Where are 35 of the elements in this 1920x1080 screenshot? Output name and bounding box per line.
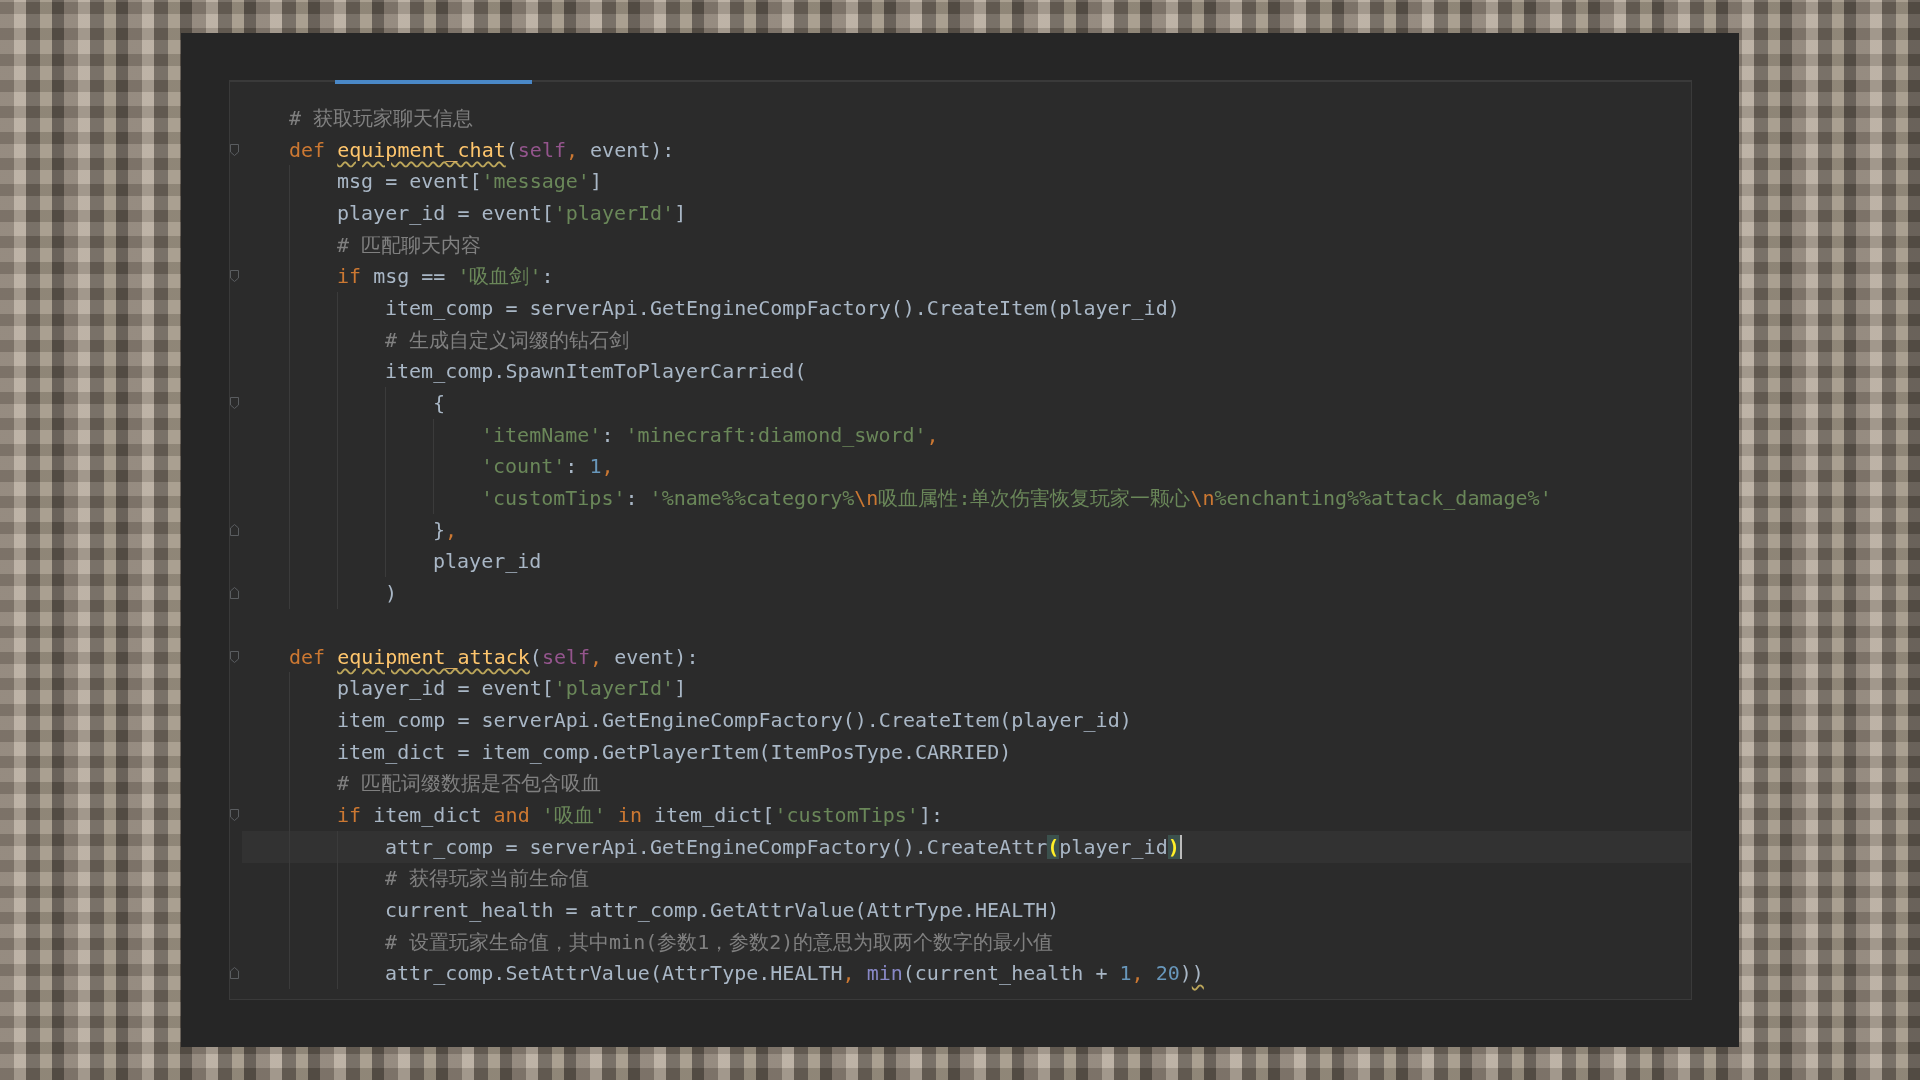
code-line: item_comp.SpawnItemToPlayerCarried(: [385, 358, 807, 386]
code-line: if item_dict and '吸血' in item_dict['customTips']:: [337, 801, 943, 829]
code-line: attr_comp.SetAttrValue(AttrType.HEALTH, min(current_health + 1, 20)): [385, 960, 1204, 988]
code-line: def equipment_chat(self, event):: [289, 136, 675, 164]
fold-end-icon[interactable]: [230, 587, 239, 600]
fold-end-icon[interactable]: [230, 523, 239, 536]
code-line: def equipment_attack(self, event):: [289, 643, 699, 671]
code-line: item_comp = serverApi.GetEngineCompFactory().CreateItem(player_id): [337, 706, 1132, 734]
code-line: # 获得玩家当前生命值: [385, 865, 590, 893]
code-line: item_dict = item_comp.GetPlayerItem(ItemPosType.CARRIED): [337, 738, 1012, 766]
fold-start-icon[interactable]: [230, 650, 239, 663]
fold-end-icon[interactable]: [230, 967, 239, 980]
code-line: current_health = attr_comp.GetAttrValue(AttrType.HEALTH): [385, 897, 1060, 925]
code-line: if msg == '吸血剑':: [337, 263, 554, 291]
code-line: 'itemName': 'minecraft:diamond_sword',: [481, 421, 939, 449]
code-line: 'count': 1,: [481, 453, 614, 481]
code-line: },: [433, 516, 458, 544]
code-line: 'customTips': '%name%%category%\n吸血属性:单次伤害恢复玩家一颗心\n%enchanting%%attack_damage%': [481, 485, 1552, 513]
fold-start-icon[interactable]: [230, 397, 239, 410]
code-line: # 设置玩家生命值，其中min(参数1，参数2)的意思为取两个数字的最小值: [385, 928, 1054, 956]
code-line: # 匹配词缀数据是否包含吸血: [337, 770, 602, 798]
code-line: attr_comp = serverApi.GetEngineCompFactory().CreateAttr(player_id): [385, 833, 1180, 861]
code-line: # 获取玩家聊天信息: [289, 104, 474, 132]
code-line: # 匹配聊天内容: [337, 231, 482, 259]
code-line: msg = event['message']: [337, 168, 602, 196]
fold-start-icon[interactable]: [230, 808, 239, 821]
fold-start-icon[interactable]: [230, 270, 239, 283]
code-line: ): [385, 580, 398, 608]
code-line: player_id: [433, 548, 542, 576]
code-line: # 生成自定义词缀的钻石剑: [385, 326, 630, 354]
code-line: {: [433, 390, 446, 418]
code-line: player_id = event['playerId']: [337, 675, 687, 703]
code-line: item_comp = serverApi.GetEngineCompFactory().CreateItem(player_id): [385, 294, 1180, 322]
fold-start-icon[interactable]: [230, 143, 239, 156]
code-line: player_id = event['playerId']: [337, 199, 687, 227]
